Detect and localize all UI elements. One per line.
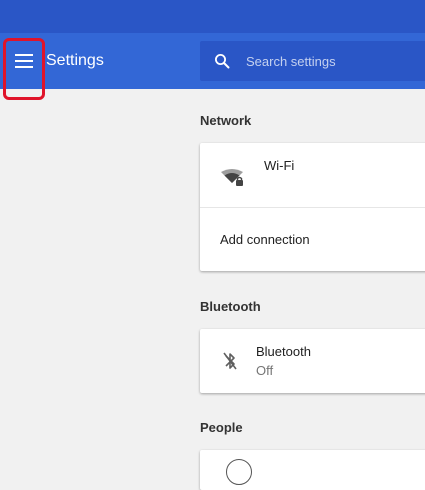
bluetooth-row[interactable]: Bluetooth Off xyxy=(200,329,425,393)
add-connection-label: Add connection xyxy=(220,232,310,247)
app-toolbar: Settings xyxy=(0,33,425,89)
people-card xyxy=(200,450,425,490)
bluetooth-label: Bluetooth xyxy=(256,344,311,359)
window-top-strip xyxy=(0,0,425,33)
app-title: Settings xyxy=(46,52,104,69)
avatar xyxy=(226,459,252,485)
bluetooth-status: Off xyxy=(256,363,274,378)
network-card: Wi-Fi Add connection xyxy=(200,143,425,271)
section-title-network: Network xyxy=(200,113,252,128)
bluetooth-disabled-icon xyxy=(223,352,237,370)
wifi-label: Wi-Fi xyxy=(264,158,295,173)
search-box[interactable] xyxy=(200,41,425,81)
wifi-row[interactable]: Wi-Fi xyxy=(200,143,425,207)
section-title-people: People xyxy=(200,420,243,435)
hamburger-menu-icon xyxy=(15,54,33,68)
main-menu-button[interactable] xyxy=(8,41,40,81)
search-icon xyxy=(215,54,230,69)
search-input[interactable] xyxy=(246,51,425,71)
add-connection-row[interactable]: Add connection xyxy=(200,208,425,271)
wifi-locked-icon xyxy=(221,169,243,186)
section-title-bluetooth: Bluetooth xyxy=(200,299,261,314)
bluetooth-card: Bluetooth Off xyxy=(200,329,425,393)
